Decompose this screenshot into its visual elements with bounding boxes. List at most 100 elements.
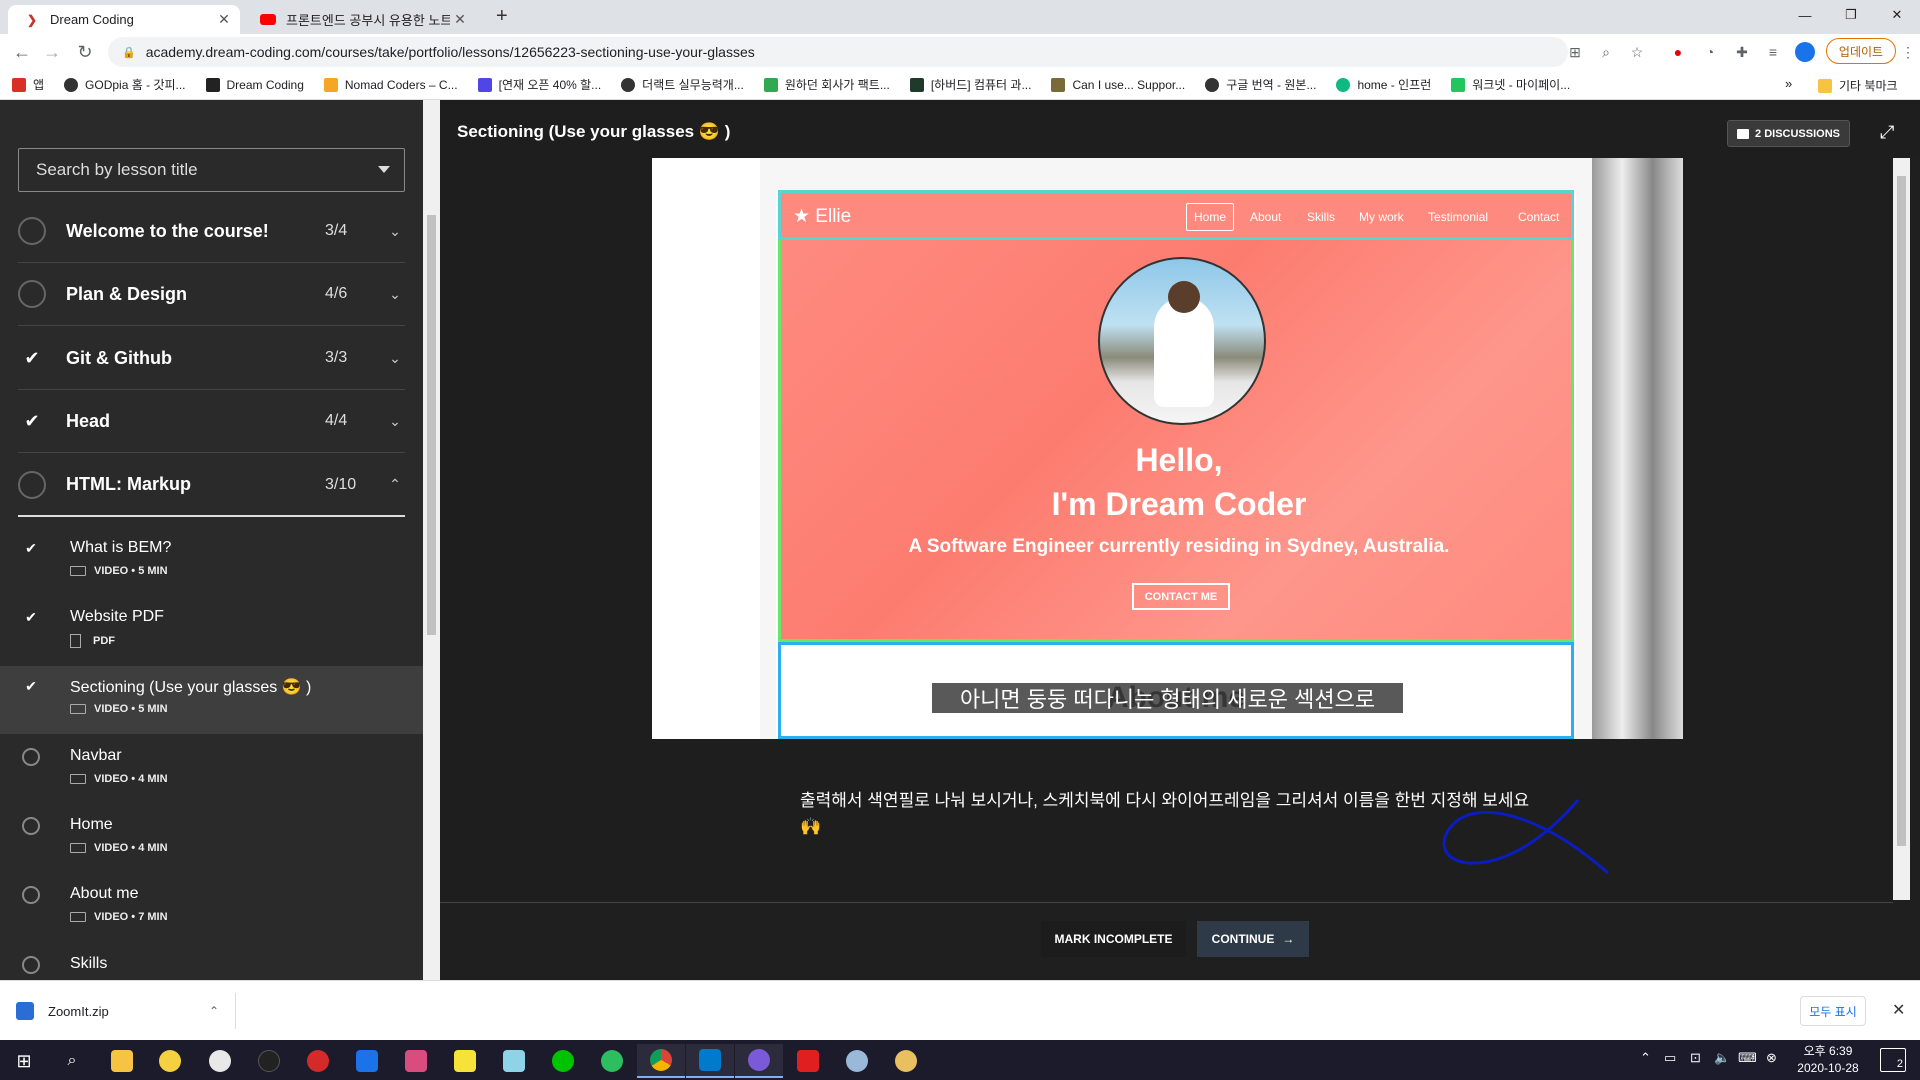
lesson-sectioning[interactable]: ✔ Sectioning (Use your glasses 😎 ) VIDEO… xyxy=(0,666,423,734)
bookmark-harvard[interactable]: [하버드] 컴퓨터 과... xyxy=(909,76,1031,93)
chrome-icon[interactable] xyxy=(637,1044,685,1078)
show-all-button[interactable]: 모두 표시 xyxy=(1800,996,1866,1026)
app-icon[interactable] xyxy=(490,1044,538,1078)
reading-list-icon[interactable]: ≡ xyxy=(1763,42,1783,62)
bookmark-nomad[interactable]: Nomad Coders – C... xyxy=(323,77,458,92)
vscode-icon[interactable] xyxy=(686,1044,734,1078)
update-button[interactable]: 업데이트 xyxy=(1826,38,1896,64)
content-scrollbar[interactable] xyxy=(1893,158,1910,900)
app-icon[interactable] xyxy=(882,1044,930,1078)
app-icon[interactable] xyxy=(245,1044,293,1078)
section-git-github[interactable]: ✔ Git & Github 3/3 ⌄ xyxy=(18,327,405,390)
battery-icon[interactable]: ▭ xyxy=(1664,1050,1676,1066)
zoom-icon[interactable]: ⌕ xyxy=(1596,42,1616,62)
translate-icon[interactable]: ⊞ xyxy=(1565,42,1585,62)
menu-icon[interactable]: ⋮ xyxy=(1898,42,1918,62)
tab-notes[interactable]: 프론트엔드 공부시 유용한 노트 ✕ xyxy=(244,5,476,34)
forward-icon[interactable]: → xyxy=(40,40,64,64)
download-item[interactable]: ZoomIt.zip ⌃ xyxy=(16,993,236,1029)
keyboard-icon[interactable]: ⌨ xyxy=(1738,1050,1757,1066)
back-icon[interactable]: ← xyxy=(10,40,34,64)
bookmark-series[interactable]: [연재 오픈 40% 할... xyxy=(477,76,601,93)
ime-icon[interactable]: ⊗ xyxy=(1766,1050,1777,1066)
other-bookmarks[interactable]: 기타 북마크 xyxy=(1818,77,1898,94)
scrollbar-thumb[interactable] xyxy=(427,215,436,635)
bookmarks-bar: 앱 GODpia 홈 - 갓피... Dream Coding Nomad Co… xyxy=(0,70,1920,100)
lesson-navbar[interactable]: Navbar VIDEO • 4 MIN xyxy=(0,736,423,804)
section-count: 3/3 xyxy=(325,349,348,366)
bookmark-inflearn[interactable]: home - 인프런 xyxy=(1336,76,1431,93)
section-welcome[interactable]: Welcome to the course! 3/4 ⌄ xyxy=(18,200,405,263)
bookmark-caniuse[interactable]: Can I use... Suppor... xyxy=(1051,77,1185,92)
bookmark-label: Nomad Coders – C... xyxy=(344,77,458,92)
paint-icon[interactable] xyxy=(833,1044,881,1078)
profile-photo-head xyxy=(1168,281,1200,313)
sticky-notes-icon[interactable] xyxy=(441,1044,489,1078)
browser-toolbar: ← → ↻ 🔒 academy.dream-coding.com/courses… xyxy=(0,34,1920,70)
section-title: HTML: Markup xyxy=(66,474,191,494)
bookmark-worknet[interactable]: 워크넷 - 마이페이... xyxy=(1451,76,1570,93)
scrollbar-thumb[interactable] xyxy=(1897,176,1906,846)
system-clock[interactable]: 오후 6:39 2020-10-28 xyxy=(1788,1043,1868,1077)
network-icon[interactable]: ⊡ xyxy=(1690,1050,1701,1066)
acrobat-icon[interactable] xyxy=(784,1044,832,1078)
lesson-home[interactable]: Home VIDEO • 4 MIN xyxy=(0,805,423,873)
tab-dream-coding[interactable]: ❯ Dream Coding ✕ xyxy=(8,5,240,34)
profile-avatar[interactable] xyxy=(1795,42,1815,62)
bookmark-apps[interactable]: 앱 xyxy=(12,76,44,93)
app-icon[interactable] xyxy=(196,1044,244,1078)
close-icon[interactable]: ✕ xyxy=(214,11,234,28)
sidebar-scrollbar[interactable] xyxy=(423,100,440,980)
lesson-website-pdf[interactable]: ✔ Website PDF PDF xyxy=(0,597,423,665)
notification-center-icon[interactable]: 2 xyxy=(1880,1048,1906,1072)
maximize-button[interactable]: ❐ xyxy=(1828,0,1874,30)
close-icon[interactable]: ✕ xyxy=(450,11,470,28)
lesson-skills[interactable]: Skills xyxy=(0,944,423,980)
star-icon[interactable]: ☆ xyxy=(1627,42,1647,62)
address-bar[interactable]: 🔒 academy.dream-coding.com/courses/take/… xyxy=(108,37,1568,67)
search-placeholder: Search by lesson title xyxy=(36,160,198,179)
lesson-about-me[interactable]: About me VIDEO • 7 MIN xyxy=(0,874,423,942)
bookmark-dream-coding[interactable]: Dream Coding xyxy=(205,77,304,92)
opera-extension-icon[interactable]: ● xyxy=(1668,42,1688,62)
app-icon[interactable] xyxy=(735,1044,783,1078)
progress-circle-icon xyxy=(22,956,40,974)
evernote-icon[interactable] xyxy=(588,1044,636,1078)
extension-icon[interactable]: ◔ xyxy=(1700,42,1720,62)
bookmark-godpia[interactable]: GODpia 홈 - 갓피... xyxy=(64,76,186,93)
section-head[interactable]: ✔ Head 4/4 ⌄ xyxy=(18,390,405,453)
section-html-markup[interactable]: HTML: Markup 3/10 ⌃ xyxy=(18,454,405,517)
app-icon[interactable] xyxy=(392,1044,440,1078)
lesson-meta: PDF xyxy=(70,634,115,648)
bookmark-company[interactable]: 원하던 회사가 팩트... xyxy=(763,76,890,93)
reload-icon[interactable]: ↻ xyxy=(73,40,97,64)
file-explorer-icon[interactable] xyxy=(98,1044,146,1078)
mark-incomplete-button[interactable]: MARK INCOMPLETE xyxy=(1041,921,1186,957)
browser-tab-strip: ❯ Dream Coding ✕ 프론트엔드 공부시 유용한 노트 ✕ + — … xyxy=(0,0,1920,34)
new-tab-button[interactable]: + xyxy=(496,5,508,28)
media-player-icon[interactable] xyxy=(294,1044,342,1078)
puzzle-icon[interactable]: ✚ xyxy=(1732,42,1752,62)
tray-chevron-icon[interactable]: ⌃ xyxy=(1640,1050,1651,1066)
close-icon[interactable]: ✕ xyxy=(1892,1000,1905,1020)
chevron-up-icon[interactable]: ⌃ xyxy=(209,1004,219,1018)
store-icon[interactable] xyxy=(343,1044,391,1078)
section-plan-design[interactable]: Plan & Design 4/6 ⌄ xyxy=(18,263,405,326)
line-icon[interactable] xyxy=(539,1044,587,1078)
video-player[interactable]: ★ Ellie Home About Skills My work Testim… xyxy=(652,158,1683,739)
continue-button[interactable]: CONTINUE → xyxy=(1197,921,1309,957)
minimize-button[interactable]: — xyxy=(1782,0,1828,30)
search-icon[interactable]: ⌕ xyxy=(48,1044,96,1078)
discussions-button[interactable]: 2 DISCUSSIONS xyxy=(1727,120,1850,147)
bookmarks-overflow-button[interactable]: » xyxy=(1785,76,1792,91)
expand-icon[interactable]: ⤢ xyxy=(1880,122,1894,143)
close-window-button[interactable]: ✕ xyxy=(1874,0,1920,30)
volume-icon[interactable]: 🔈 xyxy=(1714,1050,1730,1066)
lesson-search-dropdown[interactable]: Search by lesson title xyxy=(18,148,405,192)
bookmark-translate[interactable]: 구글 번역 - 원본... xyxy=(1205,76,1316,93)
lesson-what-is-bem[interactable]: ✔ What is BEM? VIDEO • 5 MIN xyxy=(0,528,423,596)
windows-start-icon[interactable]: ⊞ xyxy=(0,1044,48,1078)
app-icon[interactable] xyxy=(146,1044,194,1078)
bookmark-fact[interactable]: 더랙트 실무능력개... xyxy=(621,76,744,93)
lesson-title: Skills xyxy=(70,955,108,972)
